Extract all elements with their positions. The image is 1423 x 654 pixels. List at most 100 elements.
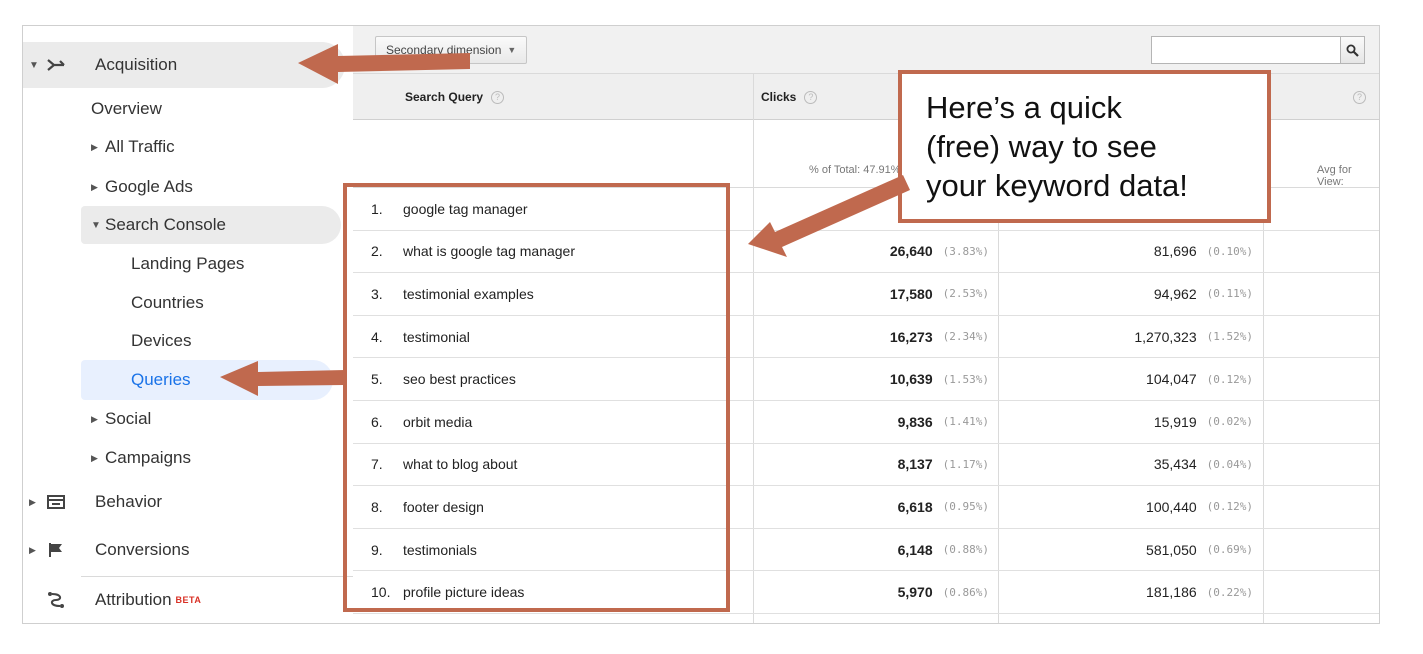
header-partial-column[interactable]: ? <box>1353 74 1366 120</box>
clicks-value: 6,148 <box>897 541 933 558</box>
table-toolbar: Secondary dimension ▼ <box>353 26 1379 74</box>
clicks-value: 5,970 <box>897 584 933 601</box>
help-icon[interactable]: ? <box>1353 90 1366 104</box>
sidebar-item-queries[interactable]: Queries <box>23 360 353 400</box>
clicks-cell: 10,639 (1.53%) <box>753 358 989 400</box>
impressions-value: 104,047 <box>1146 371 1197 388</box>
impressions-cell: 35,434 (0.04%) <box>998 444 1253 486</box>
avg-for-view: Avg for View: <box>1317 164 1352 188</box>
sidebar-item-label: Conversions <box>95 540 190 559</box>
clicks-pct: (1.41%) <box>942 415 989 429</box>
sidebar-item-label: Landing Pages <box>131 254 245 273</box>
sidebar-item-label: Queries <box>131 370 191 389</box>
clicks-pct: (2.34%) <box>942 330 989 344</box>
clicks-pct: (1.17%) <box>942 457 989 471</box>
clicks-value: 16,273 <box>889 328 933 345</box>
impressions-value: 94,962 <box>1153 285 1197 302</box>
caret-right-icon: ▶ <box>29 496 36 507</box>
caret-down-icon: ▼ <box>29 59 39 71</box>
sidebar-item-attribution[interactable]: Attribution BETA <box>23 578 353 622</box>
clicks-total-pct: % of Total: 47.91% <box>809 164 901 176</box>
clicks-cell: 6,618 (0.95%) <box>753 486 989 528</box>
clicks-cell: 16,273 (2.34%) <box>753 316 989 358</box>
table-search-input[interactable] <box>1152 37 1340 63</box>
clicks-value: 10,639 <box>889 371 933 388</box>
clicks-pct: (3.83%) <box>942 244 989 258</box>
clicks-value: 17,580 <box>889 285 933 302</box>
header-label: Search Query <box>405 90 484 104</box>
impressions-pct: (0.69%) <box>1206 543 1253 557</box>
impressions-cell: 94,962 (0.11%) <box>998 273 1253 315</box>
secondary-dimension-label: Secondary dimension <box>386 43 502 57</box>
callout-line: Here’s a quick <box>926 90 1122 125</box>
sidebar-item-label: Countries <box>131 293 204 312</box>
secondary-dimension-dropdown[interactable]: Secondary dimension ▼ <box>375 36 528 64</box>
impressions-value: 581,050 <box>1146 541 1197 558</box>
sidebar-item-overview[interactable]: Overview <box>23 90 353 128</box>
attribution-icon <box>45 589 67 611</box>
impressions-value: 35,434 <box>1153 456 1197 473</box>
sidebar-item-behavior[interactable]: ▶ Behavior <box>23 481 353 523</box>
sidebar-item-campaigns[interactable]: ▶ Campaigns <box>23 439 353 477</box>
sidebar-item-all-traffic[interactable]: ▶ All Traffic <box>23 128 353 166</box>
caret-right-icon: ▶ <box>91 181 98 192</box>
callout-line: your keyword data! <box>926 168 1188 203</box>
table-search <box>1151 36 1365 64</box>
clicks-pct: (2.53%) <box>942 287 989 301</box>
sidebar-item-label: Social <box>105 409 152 428</box>
impressions-cell: 581,050 (0.69%) <box>998 529 1253 571</box>
clicks-value: 26,640 <box>889 243 933 260</box>
header-clicks[interactable]: Clicks ? <box>761 74 818 120</box>
sidebar-item-devices[interactable]: Devices <box>23 322 353 360</box>
caret-right-icon: ▶ <box>29 544 36 555</box>
impressions-cell: 104,047 (0.12%) <box>998 358 1253 400</box>
behavior-icon <box>45 491 67 513</box>
clicks-value: 8,137 <box>897 456 933 473</box>
sidebar-item-conversions[interactable]: ▶ Conversions <box>23 529 353 571</box>
clicks-pct: (0.86%) <box>942 585 989 599</box>
impressions-value: 1,270,323 <box>1134 328 1197 345</box>
sidebar-item-label: Search Console <box>105 215 226 234</box>
clicks-cell: 9,836 (1.41%) <box>753 401 989 443</box>
impressions-cell: 100,440 (0.12%) <box>998 486 1253 528</box>
search-icon <box>1346 44 1359 57</box>
help-icon[interactable]: ? <box>491 90 505 104</box>
sidebar-item-label: Attribution <box>95 590 172 609</box>
sidebar-item-social[interactable]: ▶ Social <box>23 400 353 438</box>
callout-box: Here’s a quick (free) way to see your ke… <box>898 70 1271 223</box>
clicks-cell: 8,137 (1.17%) <box>753 444 989 486</box>
beta-badge: BETA <box>175 595 202 605</box>
sidebar-item-acquisition[interactable]: ▼ Acquisition <box>23 42 353 88</box>
caret-down-icon: ▼ <box>91 219 101 231</box>
clicks-pct: (1.53%) <box>942 372 989 386</box>
clicks-cell: 5,970 (0.86%) <box>753 571 989 613</box>
caret-right-icon: ▶ <box>91 452 98 463</box>
search-button[interactable] <box>1340 37 1364 63</box>
caret-right-icon: ▶ <box>91 413 98 424</box>
sidebar-item-countries[interactable]: Countries <box>23 284 353 322</box>
sidebar-nav: ▼ Acquisition Overview ▶ All Traffic ▶ Goo… <box>23 26 353 623</box>
flag-icon <box>45 539 67 561</box>
sidebar-item-google-ads[interactable]: ▶ Google Ads <box>23 168 353 206</box>
impressions-pct: (0.22%) <box>1206 585 1253 599</box>
sidebar-item-label: Overview <box>91 99 162 118</box>
impressions-pct: (0.02%) <box>1206 415 1253 429</box>
sidebar-item-label: Devices <box>131 331 192 350</box>
sidebar-item-landing-pages[interactable]: Landing Pages <box>23 245 353 283</box>
impressions-cell: 181,186 (0.22%) <box>998 571 1253 613</box>
impressions-pct: (0.10%) <box>1206 244 1253 258</box>
sidebar-item-label: Campaigns <box>105 448 191 467</box>
callout-line: (free) way to see <box>926 129 1157 164</box>
clicks-cell: 26,640 (3.83%) <box>753 231 989 273</box>
help-icon[interactable]: ? <box>804 90 818 104</box>
clicks-value: 6,618 <box>897 498 933 515</box>
sidebar-item-label: Google Ads <box>105 177 193 196</box>
impressions-cell: 81,696 (0.10%) <box>998 231 1253 273</box>
query-highlight-box <box>343 183 730 612</box>
impressions-pct: (1.52%) <box>1206 330 1253 344</box>
header-search-query[interactable]: Search Query ? <box>405 74 505 120</box>
impressions-value: 81,696 <box>1153 243 1197 260</box>
clicks-value: 9,836 <box>897 413 933 430</box>
impressions-pct: (0.12%) <box>1206 500 1253 514</box>
sidebar-item-search-console[interactable]: ▼ Search Console <box>23 206 353 244</box>
